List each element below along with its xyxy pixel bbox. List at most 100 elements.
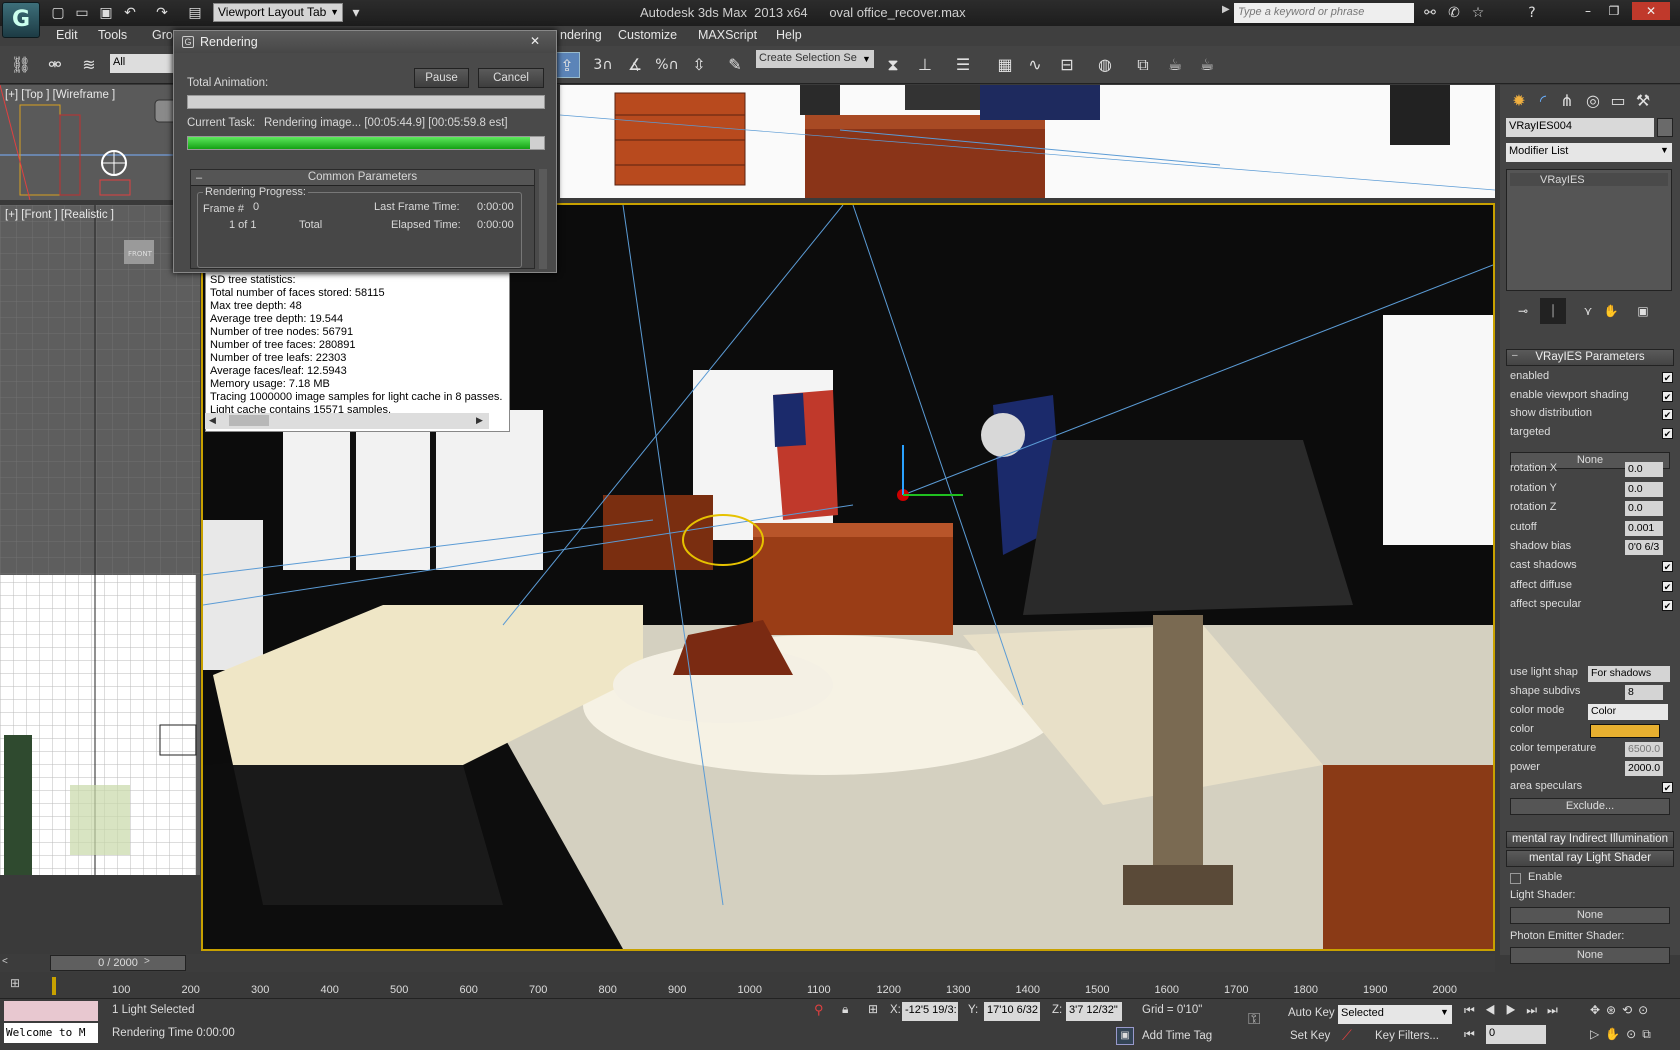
log-horizontal-scrollbar[interactable]: ◀ ▶ bbox=[205, 413, 489, 429]
param-checkbox[interactable]: ✔ bbox=[1662, 372, 1673, 383]
render-setup-icon[interactable]: ⧉ bbox=[1130, 52, 1156, 78]
render-production-icon[interactable]: ☕ bbox=[1194, 52, 1220, 78]
mini-curve-editor-icon[interactable]: ⊞ bbox=[10, 976, 32, 994]
z-coordinate-field[interactable]: 3'7 12/32" bbox=[1066, 1002, 1122, 1021]
current-frame-field[interactable]: 0 bbox=[1486, 1025, 1546, 1044]
param-spinner[interactable]: 0.0 bbox=[1625, 481, 1663, 497]
common-parameters-header[interactable]: Common Parameters bbox=[191, 170, 534, 186]
modify-tab-icon[interactable]: ◜ bbox=[1530, 88, 1556, 114]
named-selection-set-input[interactable]: Create Selection Se bbox=[756, 50, 874, 68]
param-checkbox[interactable]: ✔ bbox=[1662, 409, 1673, 420]
object-name-field[interactable]: VRayIES004 bbox=[1506, 118, 1654, 137]
angle-snap-icon[interactable]: ∡ bbox=[622, 52, 648, 78]
close-icon[interactable]: ✕ bbox=[522, 33, 548, 51]
graphite-toolbox-icon[interactable]: ▦ bbox=[992, 52, 1018, 78]
open-file-icon[interactable]: ▭ bbox=[72, 3, 92, 23]
viewport-nav-top-icons[interactable]: ✥⊛⟲⊙ bbox=[1590, 1003, 1654, 1017]
set-key-button[interactable]: Set Key bbox=[1290, 1030, 1330, 1042]
restore-icon[interactable]: ❐ bbox=[1602, 2, 1626, 20]
viewport-front[interactable]: FRONT [+] [Front ] [Realistic ] bbox=[0, 205, 200, 875]
viewport-top[interactable]: [+] [Top ] [Wireframe ] bbox=[0, 85, 200, 200]
curve-editor-icon[interactable]: ∿ bbox=[1022, 52, 1048, 78]
viewport-nav-bottom-icons[interactable]: ▷✋⊙⧉ bbox=[1590, 1027, 1657, 1042]
mental-ray-indirect-header[interactable]: mental ray Indirect Illumination bbox=[1506, 831, 1674, 848]
close-icon[interactable]: ✕ bbox=[1632, 2, 1670, 20]
utilities-tab-icon[interactable]: ⚒ bbox=[1630, 88, 1656, 114]
maxscript-listener-pink[interactable] bbox=[4, 1001, 98, 1021]
menu-maxscript[interactable]: MAXScript bbox=[698, 28, 757, 42]
new-file-icon[interactable]: ▢ bbox=[48, 3, 68, 23]
hierarchy-tab-icon[interactable]: ⋔ bbox=[1554, 88, 1580, 114]
object-color-swatch[interactable] bbox=[1657, 118, 1673, 137]
redo-icon[interactable]: ↷ bbox=[152, 3, 172, 23]
isolate-selection-icon[interactable]: ⚲ bbox=[814, 1002, 824, 1018]
maxscript-mini-listener[interactable]: Welcome to M bbox=[4, 1023, 98, 1043]
material-editor-icon[interactable]: ◍ bbox=[1092, 52, 1118, 78]
selection-filter-dropdown[interactable]: All bbox=[110, 54, 175, 73]
lock-selection-icon[interactable]: 🔒︎ bbox=[842, 1002, 848, 1017]
add-time-tag-button[interactable]: Add Time Tag bbox=[1142, 1030, 1212, 1042]
mental-ray-light-shader-header[interactable]: mental ray Light Shader bbox=[1506, 850, 1674, 867]
pin-stack-icon[interactable]: ⊸ bbox=[1510, 298, 1536, 324]
track-bar[interactable]: ⊞ 100 200 300 400 500 600 700 800 900 1000 1100 120… bbox=[0, 974, 1495, 998]
link-icon[interactable]: ⛓ bbox=[8, 52, 34, 78]
scroll-left-icon[interactable]: ◀ bbox=[209, 415, 216, 426]
select-and-manipulate-icon[interactable]: ⇪ bbox=[554, 52, 580, 78]
search-arrow-icon[interactable]: ▶ bbox=[1222, 4, 1230, 15]
search-input[interactable]: Type a keyword or phrase bbox=[1234, 3, 1414, 23]
param-checkbox[interactable]: ✔ bbox=[1662, 561, 1673, 572]
help-icon[interactable]: ? bbox=[1522, 3, 1542, 23]
power-spinner[interactable]: 2000.0 bbox=[1625, 761, 1663, 776]
param-checkbox[interactable]: ✔ bbox=[1662, 427, 1673, 439]
modifier-list-dropdown[interactable]: Modifier List bbox=[1506, 143, 1672, 162]
param-spinner[interactable]: 0.001 bbox=[1625, 520, 1663, 536]
key-filters-icon[interactable]: ⟋ bbox=[1342, 1027, 1352, 1044]
param-checkbox[interactable]: ✔ bbox=[1662, 580, 1673, 592]
project-folder-icon[interactable]: ▤ bbox=[185, 3, 205, 23]
minimize-icon[interactable]: – bbox=[1576, 2, 1600, 20]
color-mode-dropdown[interactable]: Color bbox=[1588, 704, 1668, 720]
menu-help[interactable]: Help bbox=[776, 28, 802, 42]
viewport-front-label[interactable]: [+] [Front ] [Realistic ] bbox=[5, 209, 114, 221]
favorites-star-icon[interactable]: ☆ bbox=[1468, 3, 1488, 23]
playback-controls[interactable]: ⏮◀▶⏭⏭ bbox=[1464, 1003, 1568, 1018]
display-tab-icon[interactable]: ▭ bbox=[1605, 88, 1631, 114]
snap-toggle-icon[interactable]: 3∩ bbox=[590, 52, 616, 78]
area-speculars-checkbox[interactable]: ✔ bbox=[1662, 782, 1673, 793]
chevron-down-icon[interactable]: ▼ bbox=[862, 54, 871, 64]
color-swatch[interactable] bbox=[1590, 724, 1660, 738]
menu-customize[interactable]: Customize bbox=[618, 28, 677, 42]
menu-tools[interactable]: Tools bbox=[98, 28, 127, 42]
use-light-shape-dropdown[interactable]: For shadows bbox=[1588, 666, 1670, 682]
param-checkbox[interactable]: ✔ bbox=[1662, 390, 1673, 402]
scroll-right-icon[interactable]: ▶ bbox=[476, 415, 483, 426]
undo-icon[interactable]: ↶ bbox=[120, 3, 140, 23]
show-end-result-icon[interactable]: ⏐ bbox=[1540, 298, 1566, 324]
binoculars-icon[interactable]: ⚯ bbox=[1420, 3, 1440, 23]
time-slider[interactable]: < 0 / 2000 > bbox=[0, 954, 1495, 972]
app-logo-icon[interactable]: G bbox=[2, 2, 40, 38]
save-icon[interactable]: ▣ bbox=[96, 3, 116, 23]
spinner-snap-icon[interactable]: ⇳ bbox=[686, 52, 712, 78]
key-icon[interactable]: ⚿ bbox=[1248, 1011, 1260, 1029]
time-slider-thumb[interactable]: 0 / 2000 bbox=[50, 955, 186, 971]
collapse-icon[interactable]: – bbox=[1512, 350, 1518, 361]
pause-button[interactable]: Pause bbox=[414, 68, 469, 88]
time-prev-icon[interactable]: < bbox=[2, 956, 8, 967]
mirror-icon[interactable]: ⧗ bbox=[880, 52, 906, 78]
photon-emitter-button[interactable]: None bbox=[1510, 947, 1670, 964]
create-tab-icon[interactable]: ✹ bbox=[1506, 88, 1532, 114]
unlink-icon[interactable]: ⚮ bbox=[42, 52, 68, 78]
vrayies-parameters-header[interactable]: VRayIES Parameters bbox=[1506, 349, 1674, 366]
color-temperature-spinner[interactable]: 6500.0 bbox=[1625, 742, 1663, 757]
viewport-top-label[interactable]: [+] [Top ] [Wireframe ] bbox=[5, 89, 115, 101]
param-spinner[interactable]: 0.0 bbox=[1625, 462, 1663, 477]
rendered-frame-window-icon[interactable]: ☕ bbox=[1162, 52, 1188, 78]
x-coordinate-field[interactable]: -12'5 19/3: bbox=[902, 1002, 958, 1021]
layer-manager-icon[interactable]: ☰ bbox=[950, 52, 976, 78]
stack-item-vrayies[interactable]: VRayIES bbox=[1510, 173, 1668, 186]
scroll-thumb[interactable] bbox=[229, 415, 269, 426]
configure-sets-icon[interactable]: ▣ bbox=[1630, 298, 1656, 324]
exclude-button[interactable]: Exclude... bbox=[1510, 798, 1670, 815]
workspace-dropdown[interactable]: Viewport Layout Tab ▼ bbox=[213, 3, 343, 22]
